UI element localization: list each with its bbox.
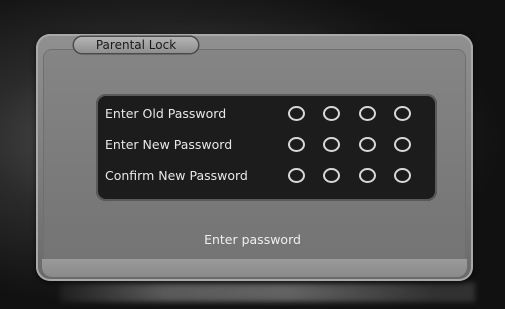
new-password-row[interactable]: Enter New Password (96, 129, 437, 161)
status-message: Enter password (204, 232, 301, 247)
old-password-digit-3[interactable] (359, 106, 376, 121)
confirm-password-digit-2[interactable] (323, 168, 340, 183)
confirm-password-label: Confirm New Password (105, 168, 248, 183)
new-password-digit-2[interactable] (323, 137, 340, 152)
password-panel: Enter Old Password Enter New Password Co… (96, 94, 437, 201)
dialog-title: Parental Lock (74, 37, 198, 53)
new-password-digit-4[interactable] (394, 137, 411, 152)
new-password-digit-3[interactable] (359, 137, 376, 152)
old-password-digit-2[interactable] (323, 106, 340, 121)
old-password-row[interactable]: Enter Old Password (96, 98, 437, 130)
confirm-password-digit-1[interactable] (288, 168, 305, 183)
old-password-digit-1[interactable] (288, 106, 305, 121)
old-password-digit-4[interactable] (394, 106, 411, 121)
old-password-label: Enter Old Password (105, 106, 227, 121)
confirm-password-digit-3[interactable] (359, 168, 376, 183)
new-password-digit-1[interactable] (288, 137, 305, 152)
new-password-label: Enter New Password (105, 137, 233, 152)
confirm-password-row[interactable]: Confirm New Password (96, 160, 437, 192)
dialog-footer (42, 259, 467, 277)
confirm-password-digit-4[interactable] (394, 168, 411, 183)
background-channel-band (60, 282, 475, 302)
